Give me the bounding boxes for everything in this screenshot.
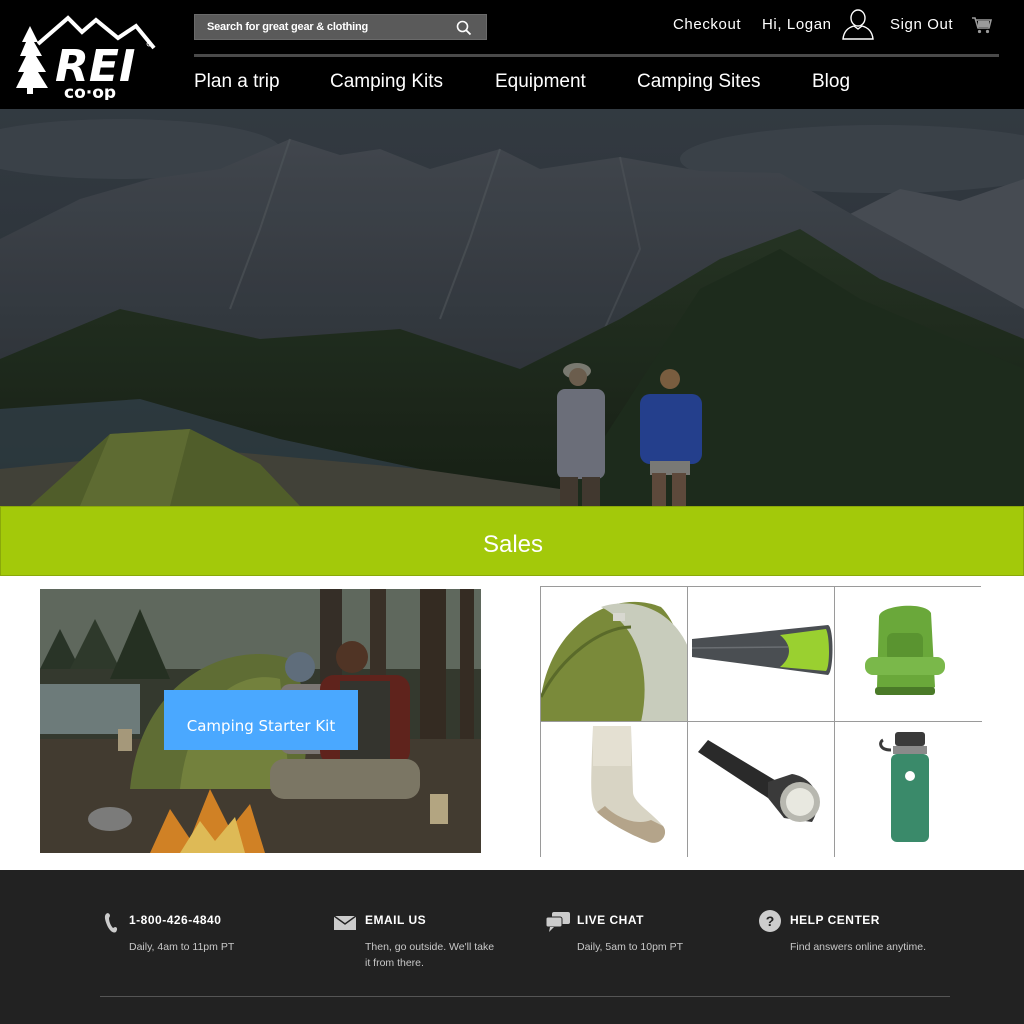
- product-backpack[interactable]: [835, 587, 982, 722]
- sales-label: Sales: [482, 531, 544, 558]
- search-input[interactable]: [195, 15, 453, 39]
- tent-icon: [541, 587, 687, 721]
- footer-phone-number[interactable]: 1-800-426-4840: [129, 913, 221, 927]
- user-icon[interactable]: [841, 8, 875, 40]
- nav-equipment[interactable]: Equipment: [495, 71, 586, 93]
- nav-camping-sites[interactable]: Camping Sites: [637, 71, 761, 93]
- backpack-icon: [835, 587, 982, 721]
- product-flashlight[interactable]: [688, 722, 835, 857]
- header-divider: [194, 54, 999, 57]
- hero-image: [0, 109, 1024, 506]
- product-grid: [540, 586, 982, 857]
- footer-live-chat[interactable]: LIVE CHAT: [577, 913, 644, 927]
- sock-icon: [541, 722, 687, 857]
- product-tent[interactable]: [541, 587, 688, 722]
- footer-email-desc-1: Then, go outside. We'll take: [365, 941, 495, 953]
- site-footer: 1-800-426-4840 Daily, 4am to 11pm PT EMA…: [0, 870, 1024, 1024]
- nav-plan-a-trip[interactable]: Plan a trip: [194, 71, 280, 93]
- footer-chat-hours: Daily, 5am to 10pm PT: [577, 941, 684, 953]
- sleeping-bag-icon: [688, 587, 834, 721]
- svg-text:?: ?: [766, 913, 775, 929]
- product-sock[interactable]: [541, 722, 688, 857]
- footer-phone-hours: Daily, 4am to 11pm PT: [129, 941, 235, 953]
- footer-help-center[interactable]: HELP CENTER: [790, 913, 880, 927]
- email-icon: [334, 916, 356, 930]
- help-icon: ?: [759, 910, 781, 932]
- nav-blog[interactable]: Blog: [812, 71, 850, 93]
- footer-email-us[interactable]: EMAIL US: [365, 913, 426, 927]
- sales-banner[interactable]: Sales: [0, 506, 1024, 576]
- sign-out-link[interactable]: Sign Out: [890, 16, 953, 38]
- site-header: REI co·op Checkout Hi, Logan Sign Out Pl…: [0, 0, 1024, 109]
- search-icon[interactable]: [456, 20, 472, 36]
- rei-logo[interactable]: REI co·op: [8, 8, 156, 100]
- product-water-bottle[interactable]: [835, 722, 982, 857]
- search-bar: [194, 14, 487, 40]
- flashlight-icon: [688, 722, 834, 857]
- cart-icon[interactable]: [971, 16, 993, 34]
- logo-subtext: co·op: [64, 83, 116, 100]
- product-sleeping-bag[interactable]: [688, 587, 835, 722]
- chat-icon: [546, 912, 570, 932]
- footer-help-desc: Find answers online anytime.: [790, 941, 926, 953]
- checkout-link[interactable]: Checkout: [673, 16, 741, 38]
- phone-icon: [104, 913, 118, 933]
- user-greeting: Hi, Logan: [762, 16, 832, 33]
- water-bottle-icon: [835, 722, 982, 857]
- nav-camping-kits[interactable]: Camping Kits: [330, 71, 443, 93]
- footer-divider: [100, 996, 950, 997]
- camping-starter-kit-button[interactable]: Camping Starter Kit: [164, 690, 358, 750]
- footer-email-desc-2: it from there.: [365, 957, 424, 969]
